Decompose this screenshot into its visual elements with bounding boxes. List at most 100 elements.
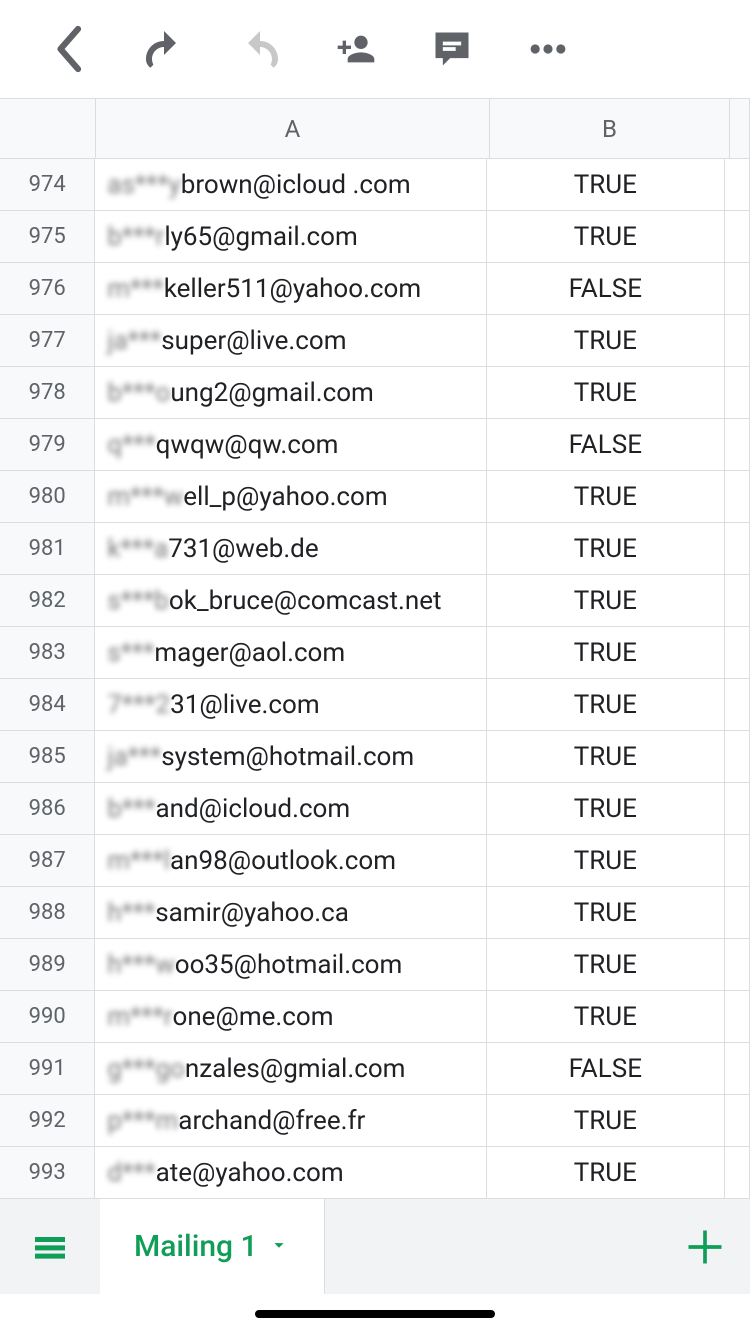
cell-flag[interactable]: TRUE (487, 887, 725, 939)
column-header-c[interactable] (730, 99, 750, 159)
table-row[interactable]: 993d***ate@yahoo.comTRUE (0, 1147, 750, 1198)
cell-empty[interactable] (725, 1095, 750, 1147)
cell-empty[interactable] (725, 1147, 750, 1198)
cell-email[interactable]: s***bok_bruce@comcast.net (95, 575, 486, 627)
cell-flag[interactable]: TRUE (487, 679, 725, 731)
cell-flag[interactable]: TRUE (487, 991, 725, 1043)
cell-email[interactable]: s***mager@aol.com (95, 627, 486, 679)
row-header[interactable]: 990 (0, 991, 95, 1043)
row-header[interactable]: 986 (0, 783, 95, 835)
cell-flag[interactable]: TRUE (487, 575, 725, 627)
add-collaborator-button[interactable] (328, 21, 384, 77)
cell-email[interactable]: q***qwqw@qw.com (95, 419, 486, 471)
cell-empty[interactable] (725, 731, 750, 783)
cell-flag[interactable]: TRUE (487, 783, 725, 835)
cell-empty[interactable] (725, 471, 750, 523)
cell-flag[interactable]: TRUE (487, 939, 725, 991)
cell-empty[interactable] (725, 939, 750, 991)
cell-email[interactable]: b***and@icloud.com (95, 783, 486, 835)
row-header[interactable]: 976 (0, 263, 95, 315)
row-header[interactable]: 975 (0, 211, 95, 263)
cell-email[interactable]: m***rone@me.com (95, 991, 486, 1043)
cell-flag[interactable]: TRUE (487, 159, 725, 211)
cell-email[interactable]: b***oung2@gmail.com (95, 367, 486, 419)
cell-empty[interactable] (725, 263, 750, 315)
cell-flag[interactable]: TRUE (487, 523, 725, 575)
cell-flag[interactable]: FALSE (487, 1043, 725, 1095)
row-header[interactable]: 984 (0, 679, 95, 731)
row-header[interactable]: 993 (0, 1147, 95, 1198)
table-row[interactable]: 978b***oung2@gmail.comTRUE (0, 367, 750, 419)
add-sheet-button[interactable] (660, 1199, 750, 1294)
row-header[interactable]: 983 (0, 627, 95, 679)
cell-flag[interactable]: TRUE (487, 627, 725, 679)
row-header[interactable]: 981 (0, 523, 95, 575)
redo-button[interactable] (232, 21, 288, 77)
table-row[interactable]: 987m***lan98@outlook.comTRUE (0, 835, 750, 887)
cell-empty[interactable] (725, 367, 750, 419)
cell-empty[interactable] (725, 783, 750, 835)
cell-empty[interactable] (725, 835, 750, 887)
home-indicator[interactable] (255, 1310, 495, 1318)
cell-flag[interactable]: TRUE (487, 1147, 725, 1198)
spreadsheet-grid[interactable]: A B 974as***ybrown@icloud .comTRUE975b**… (0, 98, 750, 1198)
cell-email[interactable]: as***ybrown@icloud .com (95, 159, 486, 211)
cell-empty[interactable] (725, 523, 750, 575)
cell-empty[interactable] (725, 315, 750, 367)
row-header[interactable]: 974 (0, 159, 95, 211)
column-header-b[interactable]: B (490, 99, 730, 159)
cell-empty[interactable] (725, 211, 750, 263)
table-row[interactable]: 989h***woo35@hotmail.comTRUE (0, 939, 750, 991)
cell-empty[interactable] (725, 575, 750, 627)
cell-email[interactable]: 7***231@live.com (95, 679, 486, 731)
cell-flag[interactable]: TRUE (487, 835, 725, 887)
cell-flag[interactable]: TRUE (487, 471, 725, 523)
cell-email[interactable]: p***marchand@free.fr (95, 1095, 486, 1147)
all-sheets-button[interactable] (0, 1199, 100, 1294)
back-button[interactable] (40, 21, 96, 77)
cell-email[interactable]: ja***super@live.com (95, 315, 486, 367)
cell-email[interactable]: d***ate@yahoo.com (95, 1147, 486, 1198)
table-row[interactable]: 981k***a731@web.deTRUE (0, 523, 750, 575)
table-row[interactable]: 992p***marchand@free.frTRUE (0, 1095, 750, 1147)
cell-email[interactable]: m***well_p@yahoo.com (95, 471, 486, 523)
table-row[interactable]: 979q***qwqw@qw.comFALSE (0, 419, 750, 471)
row-header[interactable]: 991 (0, 1043, 95, 1095)
cell-email[interactable]: h***samir@yahoo.ca (95, 887, 486, 939)
more-options-button[interactable] (520, 21, 576, 77)
select-all-corner[interactable] (0, 99, 96, 159)
table-row[interactable]: 977ja***super@live.comTRUE (0, 315, 750, 367)
row-header[interactable]: 989 (0, 939, 95, 991)
table-row[interactable]: 974as***ybrown@icloud .comTRUE (0, 159, 750, 211)
row-header[interactable]: 980 (0, 471, 95, 523)
comment-button[interactable] (424, 21, 480, 77)
cell-email[interactable]: h***woo35@hotmail.com (95, 939, 486, 991)
row-header[interactable]: 987 (0, 835, 95, 887)
cell-email[interactable]: k***a731@web.de (95, 523, 486, 575)
cell-empty[interactable] (725, 887, 750, 939)
cell-flag[interactable]: TRUE (487, 211, 725, 263)
table-row[interactable]: 9847***231@live.comTRUE (0, 679, 750, 731)
cell-empty[interactable] (725, 627, 750, 679)
cell-email[interactable]: b***rly65@gmail.com (95, 211, 486, 263)
undo-button[interactable] (136, 21, 192, 77)
table-row[interactable]: 988h***samir@yahoo.caTRUE (0, 887, 750, 939)
row-header[interactable]: 988 (0, 887, 95, 939)
cell-email[interactable]: m***keller511@yahoo.com (95, 263, 486, 315)
row-header[interactable]: 982 (0, 575, 95, 627)
table-row[interactable]: 982s***bok_bruce@comcast.netTRUE (0, 575, 750, 627)
row-header[interactable]: 977 (0, 315, 95, 367)
cell-flag[interactable]: FALSE (487, 419, 725, 471)
row-header[interactable]: 978 (0, 367, 95, 419)
cell-flag[interactable]: FALSE (487, 263, 725, 315)
cell-empty[interactable] (725, 419, 750, 471)
row-header[interactable]: 979 (0, 419, 95, 471)
cell-flag[interactable]: TRUE (487, 1095, 725, 1147)
table-row[interactable]: 976m***keller511@yahoo.comFALSE (0, 263, 750, 315)
table-row[interactable]: 980m***well_p@yahoo.comTRUE (0, 471, 750, 523)
cell-flag[interactable]: TRUE (487, 367, 725, 419)
table-row[interactable]: 991g***gonzales@gmial.comFALSE (0, 1043, 750, 1095)
table-row[interactable]: 985ja***system@hotmail.comTRUE (0, 731, 750, 783)
cell-flag[interactable]: TRUE (487, 315, 725, 367)
cell-email[interactable]: m***lan98@outlook.com (95, 835, 486, 887)
